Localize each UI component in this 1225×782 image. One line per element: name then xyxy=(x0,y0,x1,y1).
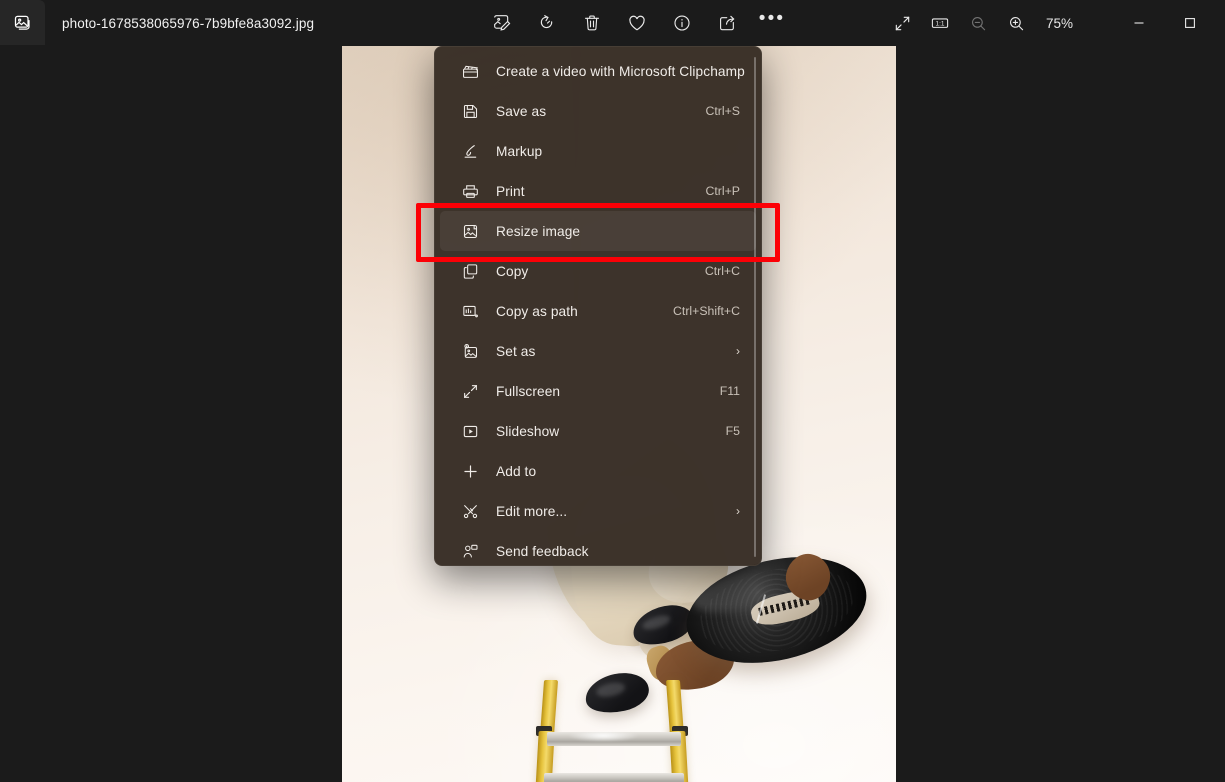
menu-item-save-as[interactable]: Save as Ctrl+S xyxy=(440,91,756,131)
photos-app-window: photo-1678538065976-7b9bfe8a3092.jpg •••… xyxy=(0,0,1225,782)
menu-item-edit-more[interactable]: Edit more... › xyxy=(440,491,756,531)
menu-item-slideshow[interactable]: Slideshow F5 xyxy=(440,411,756,451)
copy-icon xyxy=(460,261,480,281)
menu-item-label: Copy xyxy=(496,263,529,279)
zoom-out-button[interactable] xyxy=(962,8,994,38)
context-menu[interactable]: Create a video with Microsoft Clipchamp S… xyxy=(434,46,762,566)
menu-item-shortcut: F11 xyxy=(719,384,740,398)
feedback-icon xyxy=(460,541,480,561)
ellipsis-icon: ••• xyxy=(758,8,786,29)
menu-item-label: Slideshow xyxy=(496,423,560,439)
menu-item-label: Resize image xyxy=(496,223,581,239)
app-tab-chip[interactable] xyxy=(0,0,45,45)
menu-item-shortcut: Ctrl+C xyxy=(704,264,740,278)
ladder-step-highlight xyxy=(556,732,651,741)
menu-item-add-to[interactable]: Add to xyxy=(440,451,756,491)
menu-item-label: Save as xyxy=(496,103,547,119)
menu-item-label: Copy as path xyxy=(496,303,578,319)
slideshow-play-icon xyxy=(460,421,480,441)
close-button[interactable] xyxy=(1218,1,1225,46)
menu-item-fullscreen[interactable]: Fullscreen F11 xyxy=(440,371,756,411)
toolbar-right-group: 1:1 75% xyxy=(886,0,1225,46)
copy-path-icon xyxy=(460,301,480,321)
rotate-button[interactable] xyxy=(531,8,563,38)
menu-item-send-feedback[interactable]: Send feedback xyxy=(440,531,756,565)
ladder-step-2 xyxy=(544,773,684,782)
menu-item-print[interactable]: Print Ctrl+P xyxy=(440,171,756,211)
menu-item-label: Fullscreen xyxy=(496,383,561,399)
menu-item-shortcut: Ctrl+S xyxy=(705,104,740,118)
pen-markup-icon xyxy=(460,141,480,161)
actual-size-button[interactable]: 1:1 xyxy=(924,8,956,38)
menu-item-copy[interactable]: Copy Ctrl+C xyxy=(440,251,756,291)
resize-image-icon xyxy=(460,221,480,241)
menu-item-label: Add to xyxy=(496,463,537,479)
printer-icon xyxy=(460,181,480,201)
file-name-label: photo-1678538065976-7b9bfe8a3092.jpg xyxy=(62,15,315,31)
menu-item-shortcut: F5 xyxy=(725,424,740,438)
more-options-button[interactable]: ••• xyxy=(756,8,788,38)
fullscreen-icon xyxy=(460,381,480,401)
plus-icon xyxy=(460,461,480,481)
delete-button[interactable] xyxy=(576,8,608,38)
set-as-image-icon xyxy=(460,341,480,361)
menu-item-shortcut: Ctrl+P xyxy=(705,184,740,198)
menu-item-label: Send feedback xyxy=(496,543,589,559)
share-button[interactable] xyxy=(711,8,743,38)
title-bar: photo-1678538065976-7b9bfe8a3092.jpg •••… xyxy=(0,0,1225,46)
maximize-button[interactable] xyxy=(1167,1,1212,46)
favorite-button[interactable] xyxy=(621,8,653,38)
edit-image-button[interactable] xyxy=(486,8,518,38)
fullscreen-button[interactable] xyxy=(886,8,918,38)
info-button[interactable] xyxy=(666,8,698,38)
photos-app-icon xyxy=(13,13,33,33)
zoom-level-label: 75% xyxy=(1046,15,1074,31)
menu-item-label: Markup xyxy=(496,143,543,159)
menu-item-markup[interactable]: Markup xyxy=(440,131,756,171)
chevron-right-icon: › xyxy=(736,504,740,518)
menu-item-copy-as-path[interactable]: Copy as path Ctrl+Shift+C xyxy=(440,291,756,331)
save-disk-icon xyxy=(460,101,480,121)
minimize-button[interactable] xyxy=(1116,1,1161,46)
menu-item-resize-image[interactable]: Resize image xyxy=(440,211,756,251)
menu-item-create-a-video-with-microsoft-clipchamp[interactable]: Create a video with Microsoft Clipchamp xyxy=(440,51,756,91)
chevron-right-icon: › xyxy=(736,344,740,358)
clapperboard-icon xyxy=(460,61,480,81)
menu-item-label: Set as xyxy=(496,343,536,359)
svg-text:1:1: 1:1 xyxy=(936,21,945,28)
zoom-in-button[interactable] xyxy=(1000,8,1032,38)
menu-item-label: Create a video with Microsoft Clipchamp xyxy=(496,63,745,79)
menu-item-label: Print xyxy=(496,183,525,199)
menu-item-set-as[interactable]: Set as › xyxy=(440,331,756,371)
menu-item-label: Edit more... xyxy=(496,503,568,519)
toolbar-center-group: ••• xyxy=(486,0,788,46)
edit-more-icon xyxy=(460,501,480,521)
menu-item-shortcut: Ctrl+Shift+C xyxy=(673,304,740,318)
